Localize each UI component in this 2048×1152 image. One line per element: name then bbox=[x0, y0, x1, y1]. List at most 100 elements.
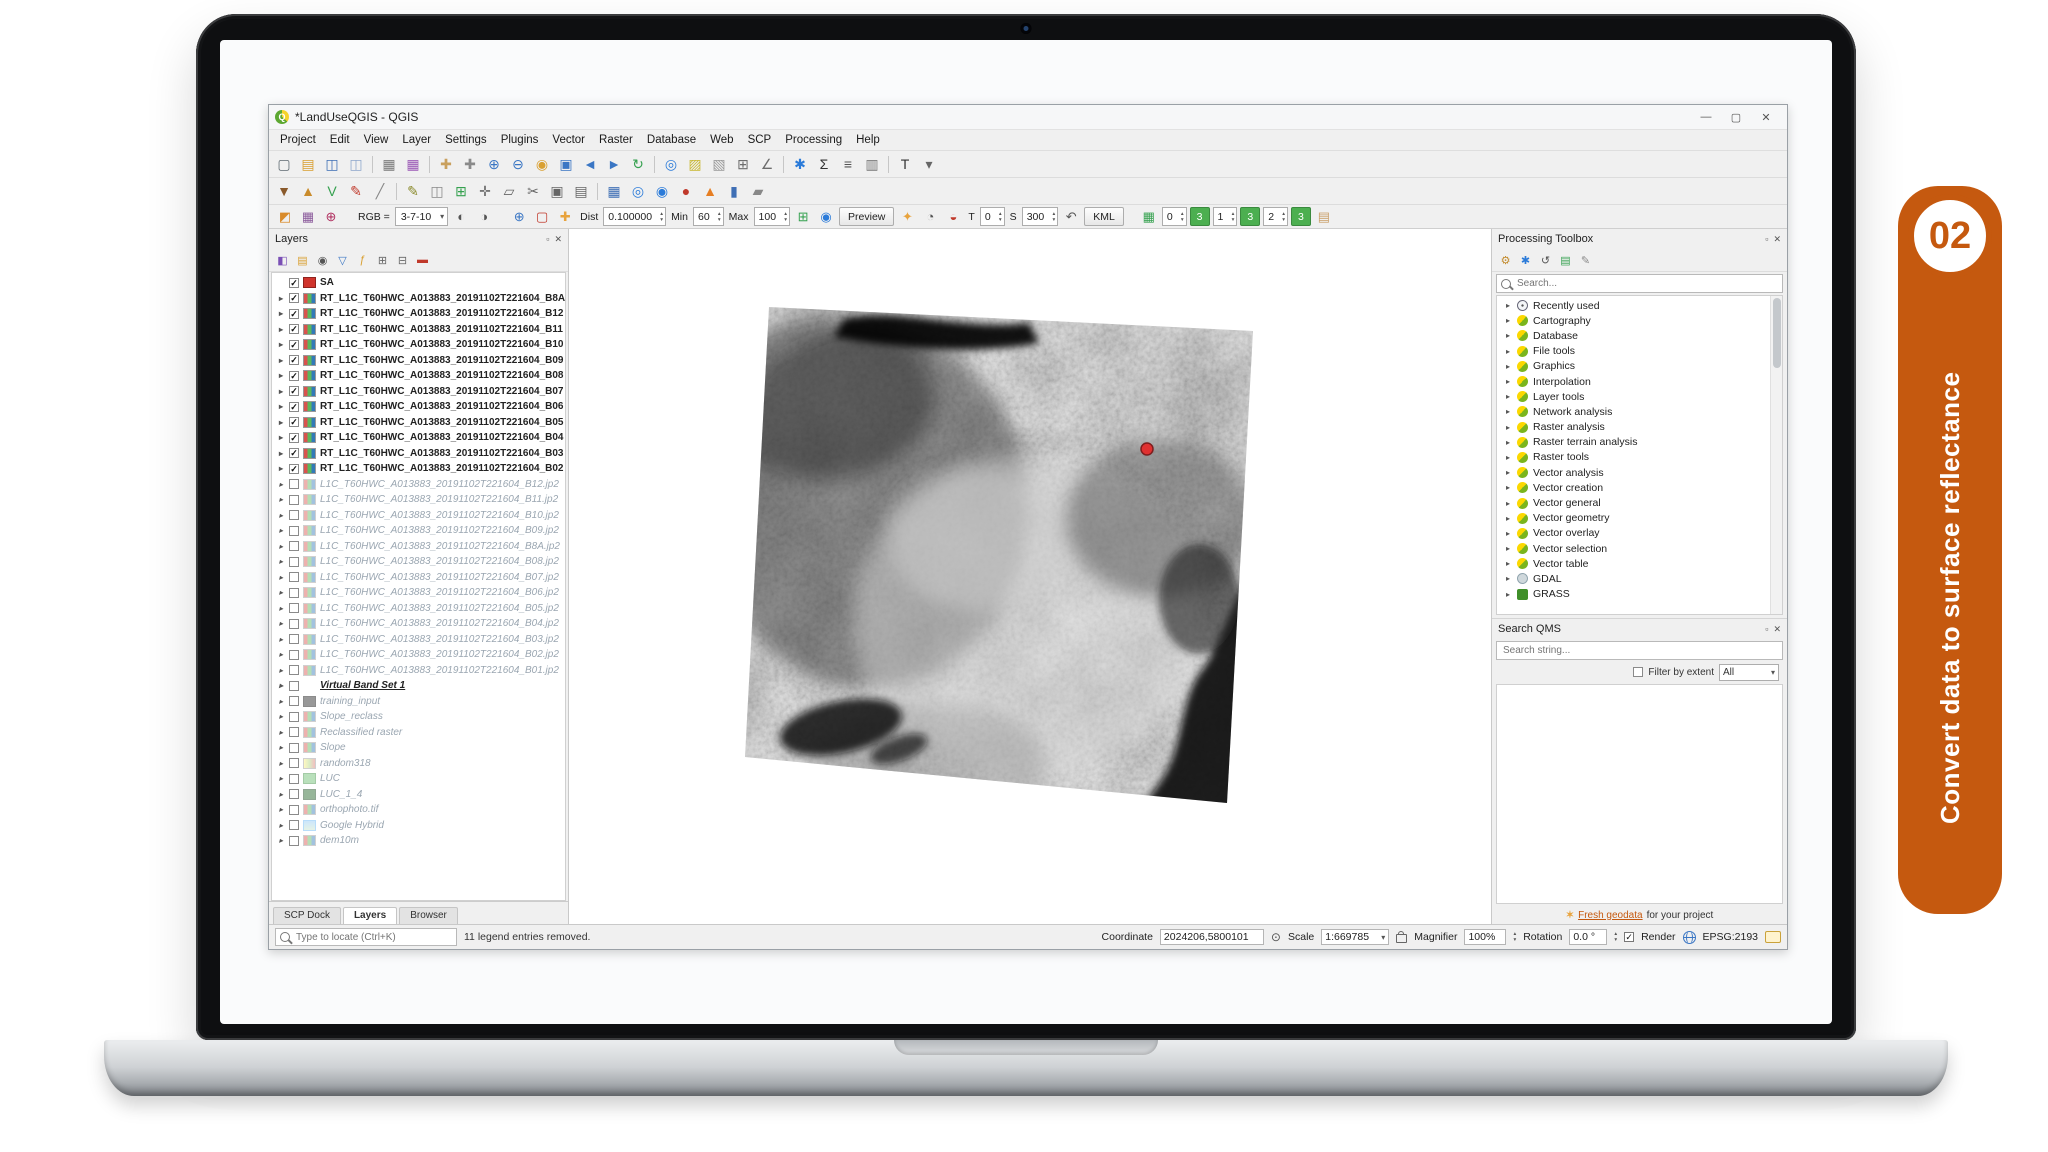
layer-item[interactable]: L1C_T60HWC_A013883_20191102T221604_B8A.j… bbox=[272, 539, 565, 555]
identify-icon[interactable]: ◎ bbox=[660, 153, 682, 175]
remove-layer-icon[interactable]: ▬ bbox=[414, 252, 431, 269]
zoom-last-icon[interactable]: ◄ bbox=[579, 153, 601, 175]
help-contents-icon[interactable]: ▰ bbox=[747, 180, 769, 202]
expander-icon[interactable] bbox=[1504, 331, 1512, 340]
layer-item[interactable]: Reclassified raster bbox=[272, 725, 565, 741]
processing-category[interactable]: Database bbox=[1497, 328, 1782, 343]
show-statistical-summary-icon[interactable]: ≡ bbox=[837, 153, 859, 175]
close-button[interactable]: ✕ bbox=[1751, 111, 1781, 124]
expander-icon[interactable] bbox=[277, 635, 285, 644]
roi-polygon-icon[interactable]: ▢ bbox=[532, 207, 552, 226]
processing-category[interactable]: Vector geometry bbox=[1497, 511, 1782, 526]
expander-icon[interactable] bbox=[1504, 347, 1512, 356]
statistics-icon[interactable]: Σ bbox=[813, 153, 835, 175]
layer-item[interactable]: RT_L1C_T60HWC_A013883_20191102T221604_B0… bbox=[272, 384, 565, 400]
layer-item[interactable]: Google Hybrid bbox=[272, 818, 565, 834]
zoom-full-icon[interactable]: ◉ bbox=[531, 153, 553, 175]
menu-item[interactable]: Processing bbox=[778, 132, 849, 148]
vertex-tool-icon[interactable]: ▱ bbox=[498, 180, 520, 202]
band0-spinbox[interactable]: 0 bbox=[1161, 207, 1187, 226]
toolbar-icon[interactable] bbox=[597, 182, 598, 200]
float-panel-icon[interactable]: ▫ bbox=[1765, 234, 1768, 245]
proc-results-icon[interactable]: ▤ bbox=[1557, 252, 1574, 269]
zoom-to-roi-icon[interactable]: ⊕ bbox=[509, 207, 529, 226]
filter-by-extent-checkbox[interactable] bbox=[1633, 667, 1644, 677]
min-spinbox[interactable]: 60 bbox=[692, 207, 724, 226]
toolbar-icon[interactable] bbox=[396, 182, 397, 200]
layer-checkbox[interactable] bbox=[289, 773, 299, 784]
layer-checkbox[interactable] bbox=[289, 758, 299, 769]
layer-checkbox[interactable] bbox=[289, 727, 299, 738]
expander-icon[interactable] bbox=[1504, 514, 1512, 523]
layer-styling-icon[interactable]: ◧ bbox=[274, 252, 291, 269]
map-themes-icon[interactable]: ◉ bbox=[314, 252, 331, 269]
extents-icon[interactable]: ⊙ bbox=[1271, 930, 1281, 944]
sheet-icon[interactable]: ▤ bbox=[1314, 207, 1334, 226]
processing-category[interactable]: Vector general bbox=[1497, 495, 1782, 510]
processing-category[interactable]: Vector analysis bbox=[1497, 465, 1782, 480]
expander-icon[interactable] bbox=[277, 325, 285, 334]
collapse-all-icon[interactable]: ⊟ bbox=[394, 252, 411, 269]
layer-item[interactable]: SA bbox=[272, 275, 565, 291]
project-open-icon[interactable]: ▤ bbox=[297, 153, 319, 175]
transparency-icon[interactable]: ◔ bbox=[920, 207, 940, 226]
magnifier-icon[interactable]: ◉ bbox=[651, 180, 673, 202]
proc-history-icon[interactable]: ↺ bbox=[1537, 252, 1554, 269]
expander-icon[interactable] bbox=[277, 433, 285, 442]
layer-checkbox[interactable] bbox=[289, 386, 299, 397]
layer-checkbox[interactable] bbox=[289, 324, 299, 335]
expander-icon[interactable] bbox=[1504, 529, 1512, 538]
processing-category[interactable]: Vector overlay bbox=[1497, 526, 1782, 541]
toggle-editing-icon[interactable]: ✎ bbox=[402, 180, 424, 202]
dock-tab[interactable]: Layers bbox=[342, 907, 398, 924]
expander-icon[interactable] bbox=[1504, 468, 1512, 477]
pan-to-selection-icon[interactable]: ✚ bbox=[459, 153, 481, 175]
layer-item[interactable]: Slope bbox=[272, 740, 565, 756]
menu-item[interactable]: Edit bbox=[323, 132, 357, 148]
roi-pointer-icon[interactable]: ✚ bbox=[555, 207, 575, 226]
lock-icon[interactable] bbox=[1396, 931, 1408, 943]
expander-icon[interactable] bbox=[277, 743, 285, 752]
processing-category[interactable]: Vector creation bbox=[1497, 480, 1782, 495]
render-checkbox[interactable] bbox=[1624, 932, 1635, 942]
menu-item[interactable]: Vector bbox=[545, 132, 592, 148]
layer-checkbox[interactable] bbox=[289, 835, 299, 846]
cumulative-cut-stretch-icon[interactable]: ◐ bbox=[451, 207, 471, 226]
scale-combo[interactable]: ▾ bbox=[1321, 929, 1390, 945]
expander-icon[interactable] bbox=[1504, 574, 1512, 583]
expander-icon[interactable] bbox=[1504, 407, 1512, 416]
expander-icon[interactable] bbox=[277, 542, 285, 551]
preview-pointer-icon[interactable]: ◉ bbox=[816, 207, 836, 226]
layer-item[interactable]: RT_L1C_T60HWC_A013883_20191102T221604_B1… bbox=[272, 306, 565, 322]
filter-expression-icon[interactable]: ƒ bbox=[354, 252, 371, 269]
processing-category[interactable]: Recently used bbox=[1497, 298, 1782, 313]
layer-item[interactable]: L1C_T60HWC_A013883_20191102T221604_B10.j… bbox=[272, 508, 565, 524]
expander-icon[interactable] bbox=[277, 728, 285, 737]
layer-checkbox[interactable] bbox=[289, 277, 299, 288]
processing-category[interactable]: Raster terrain analysis bbox=[1497, 435, 1782, 450]
layer-item[interactable]: RT_L1C_T60HWC_A013883_20191102T221604_B0… bbox=[272, 430, 565, 446]
toolbar-icon[interactable] bbox=[429, 155, 430, 173]
expander-icon[interactable] bbox=[1504, 362, 1512, 371]
filter-legend-icon[interactable]: ▽ bbox=[334, 252, 351, 269]
expander-icon[interactable] bbox=[277, 604, 285, 613]
preview-button[interactable]: Preview bbox=[839, 207, 895, 226]
proc-model-icon[interactable]: ✱ bbox=[1517, 252, 1534, 269]
layer-item[interactable]: RT_L1C_T60HWC_A013883_20191102T221604_B1… bbox=[272, 322, 565, 338]
max-label[interactable]: Max bbox=[727, 207, 751, 226]
menu-item[interactable]: Settings bbox=[438, 132, 494, 148]
layer-checkbox[interactable] bbox=[289, 401, 299, 412]
toolbar-icon[interactable] bbox=[654, 155, 655, 173]
min-label[interactable]: Min bbox=[669, 207, 690, 226]
layer-item[interactable]: L1C_T60HWC_A013883_20191102T221604_B12.j… bbox=[272, 477, 565, 493]
preview-plus-icon[interactable]: ⊞ bbox=[793, 207, 813, 226]
zoom-in-icon[interactable]: ⊕ bbox=[483, 153, 505, 175]
expander-icon[interactable] bbox=[1504, 544, 1512, 553]
processing-category[interactable]: Network analysis bbox=[1497, 404, 1782, 419]
expander-icon[interactable] bbox=[277, 774, 285, 783]
project-save-as-icon[interactable]: ◫ bbox=[345, 153, 367, 175]
expander-icon[interactable] bbox=[1504, 590, 1512, 599]
expander-icon[interactable] bbox=[1504, 377, 1512, 386]
s-label[interactable]: S bbox=[1008, 207, 1019, 226]
layer-item[interactable]: RT_L1C_T60HWC_A013883_20191102T221604_B0… bbox=[272, 415, 565, 431]
